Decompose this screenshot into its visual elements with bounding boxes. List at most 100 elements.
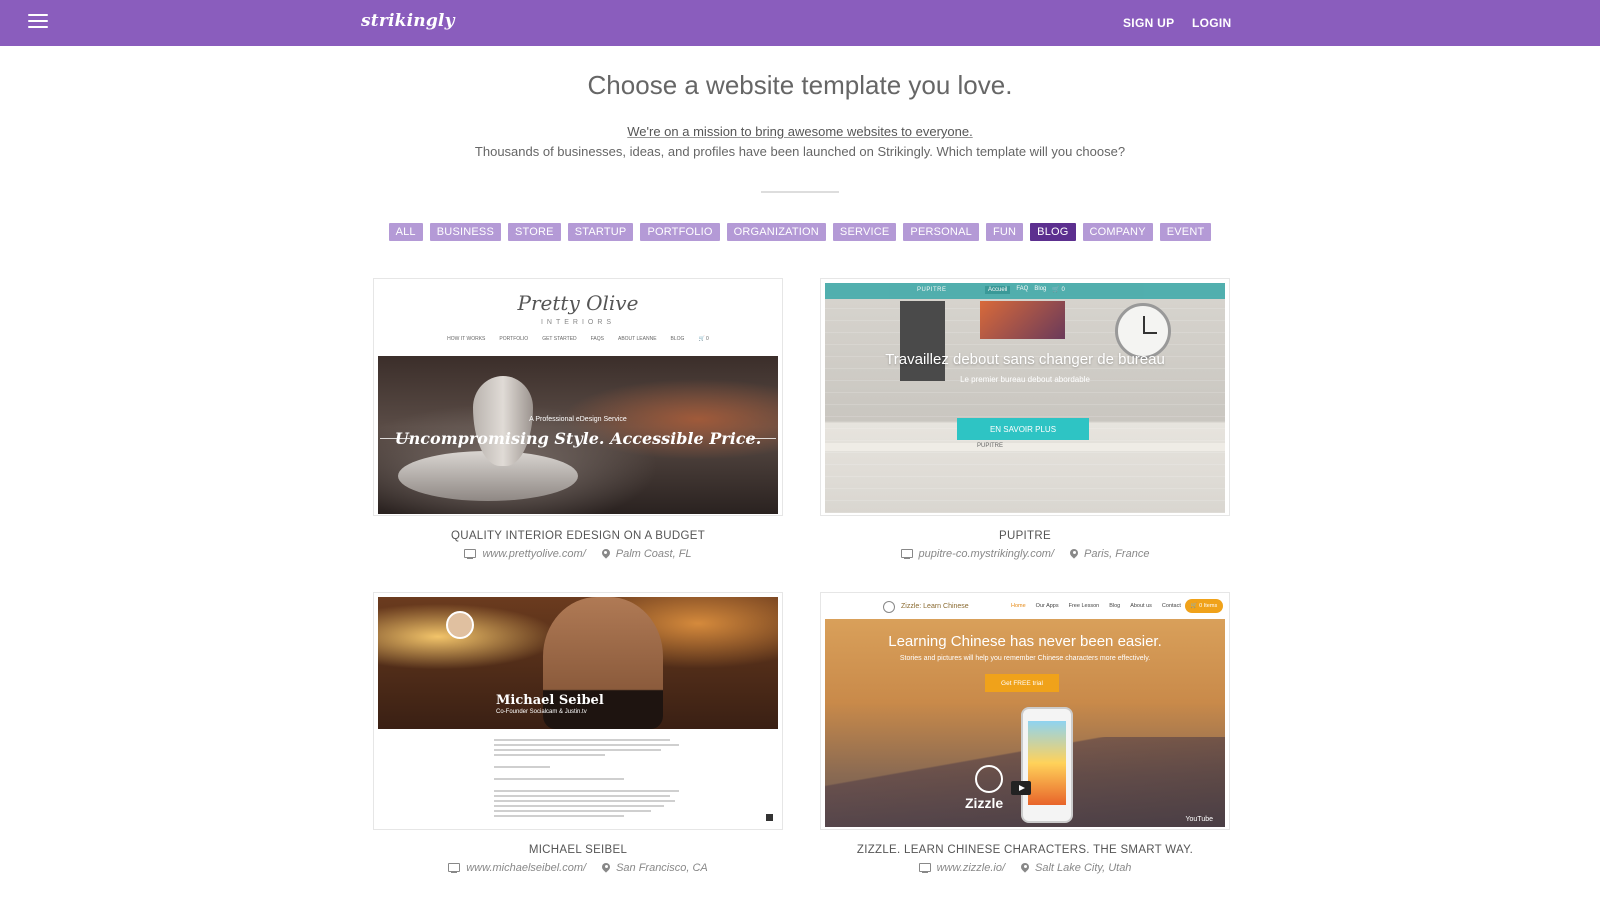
- preview-nav-item: 🛒 0: [698, 336, 709, 342]
- template-title[interactable]: ZIZZLE. LEARN CHINESE CHARACTERS. THE SM…: [820, 844, 1230, 856]
- preview-nav-item: FAQS: [590, 336, 604, 342]
- preview-nav-item: Blog: [1109, 603, 1121, 609]
- preview-hero-image: PUPITRE Accueil FAQ Blog 🛒 0 Travaillez …: [825, 283, 1225, 513]
- monitor-icon: [448, 863, 461, 874]
- preview-nav-item: Free Lesson: [1068, 603, 1100, 609]
- filter-personal[interactable]: PERSONAL: [903, 223, 979, 241]
- preview-headline: Learning Chinese has never been easier.: [888, 633, 1162, 650]
- preview-cta-button: EN SAVOIR PLUS: [957, 418, 1089, 440]
- template-preview[interactable]: Zizzle: Learn Chinese Home Our Apps Free…: [820, 592, 1230, 830]
- cart-pill: 🛒 0 Items: [1185, 599, 1223, 613]
- preview-cta-button: Get FREE trial: [985, 674, 1059, 692]
- preview-brand: Pretty Olive: [517, 291, 639, 315]
- location-pin-icon: [602, 863, 610, 874]
- filter-organization[interactable]: ORGANIZATION: [726, 223, 826, 241]
- preview-nav-item: Accueil: [985, 286, 1011, 294]
- preview-small-label: PUPITRE: [977, 443, 1004, 449]
- template-preview[interactable]: PUPITRE Accueil FAQ Blog 🛒 0 Travaillez …: [820, 278, 1230, 516]
- zizzle-logo-icon: [883, 601, 895, 613]
- preview-subheadline: Le premier bureau debout abordable: [960, 375, 1090, 384]
- mission-line: We're on a mission to bring awesome webs…: [0, 124, 1600, 139]
- page-subline: Thousands of businesses, ideas, and prof…: [474, 144, 1126, 159]
- template-card: PUPITRE Accueil FAQ Blog 🛒 0 Travaillez …: [820, 278, 1230, 560]
- template-card: Pretty Olive INTERIORS HOW IT WORKS PORT…: [373, 278, 783, 560]
- preview-brand: PUPITRE: [917, 287, 947, 293]
- corner-badge-icon: [766, 814, 773, 821]
- template-title[interactable]: QUALITY INTERIOR EDESIGN ON A BUDGET: [373, 530, 783, 542]
- preview-hero-image: Learning Chinese has never been easier. …: [825, 619, 1225, 827]
- preview-subheadline: Stories and pictures will help you remem…: [899, 655, 1151, 662]
- preview-nav-item: Home: [1011, 603, 1026, 609]
- filter-blog[interactable]: BLOG: [1030, 223, 1076, 241]
- filter-event[interactable]: EVENT: [1159, 223, 1212, 241]
- preview-tagline: Uncompromising Style. Accessible Price.: [394, 429, 762, 448]
- template-meta: www.prettyolive.com/ Palm Coast, FL: [373, 548, 783, 560]
- monitor-icon: [900, 549, 913, 560]
- preview-nav-item: Our Apps: [1035, 603, 1059, 609]
- strikingly-logo[interactable]: strikingly: [361, 11, 455, 31]
- avatar: [446, 611, 474, 639]
- preview-role: Co-Founder Socialcam & Justin.tv: [496, 709, 587, 715]
- preview-brand: Zizzle: Learn Chinese: [901, 603, 969, 610]
- template-meta: pupitre-co.mystrikingly.com/ Paris, Fran…: [820, 548, 1230, 560]
- template-title[interactable]: PUPITRE: [820, 530, 1230, 542]
- filter-company[interactable]: COMPANY: [1082, 223, 1153, 241]
- preview-headline: Travaillez debout sans changer de bureau: [885, 351, 1165, 368]
- page-headline: Choose a website template you love.: [587, 70, 1013, 100]
- preview-nav-item: ABOUT LEANNE: [618, 336, 657, 342]
- template-card: Michael Seibel Co-Founder Socialcam & Ju…: [373, 592, 783, 874]
- sign-up-link[interactable]: SIGN UP: [1123, 16, 1174, 30]
- preview-nav: Home Our Apps Free Lesson Blog About us …: [1011, 603, 1181, 609]
- filter-portfolio[interactable]: PORTFOLIO: [640, 223, 720, 241]
- play-icon: [1011, 781, 1031, 795]
- filter-all[interactable]: ALL: [388, 223, 423, 241]
- template-location: Paris, France: [1084, 548, 1150, 560]
- location-pin-icon: [1021, 863, 1029, 874]
- preview-nav-item: FAQ: [1016, 286, 1029, 292]
- preview-nav-item: GET STARTED: [542, 336, 577, 342]
- template-card: Zizzle: Learn Chinese Home Our Apps Free…: [820, 592, 1230, 874]
- preview-navbar: PUPITRE Accueil FAQ Blog 🛒 0: [825, 283, 1225, 299]
- preview-nav-item: 🛒 0: [1052, 287, 1065, 293]
- filter-startup[interactable]: STARTUP: [567, 223, 634, 241]
- template-title[interactable]: MICHAEL SEIBEL: [373, 844, 783, 856]
- preview-nav-item: Contact: [1161, 603, 1181, 609]
- filter-business[interactable]: BUSINESS: [429, 223, 501, 241]
- filter-fun[interactable]: FUN: [985, 223, 1024, 241]
- location-pin-icon: [1070, 549, 1078, 560]
- preview-nav-item: About us: [1130, 603, 1152, 609]
- template-url[interactable]: www.zizzle.io/: [937, 862, 1005, 874]
- preview-mark: Zizzle: [965, 795, 1004, 811]
- template-meta: www.michaelseibel.com/ San Francisco, CA: [373, 862, 783, 874]
- preview-hero-image: A Professional eDesign Service Uncomprom…: [378, 356, 778, 514]
- preview-body-text: [494, 739, 679, 820]
- template-url[interactable]: www.michaelseibel.com/: [466, 862, 586, 874]
- phone-image: [1021, 707, 1073, 823]
- preview-nav: Accueil FAQ Blog 🛒 0: [985, 286, 1065, 294]
- zizzle-mark-icon: [975, 765, 1003, 793]
- preview-nav-item: BLOG: [670, 336, 685, 342]
- template-url[interactable]: www.prettyolive.com/: [482, 548, 585, 560]
- template-preview[interactable]: Michael Seibel Co-Founder Socialcam & Ju…: [373, 592, 783, 830]
- location-pin-icon: [602, 549, 610, 560]
- filter-service[interactable]: SERVICE: [832, 223, 897, 241]
- desk-image: [825, 443, 1225, 451]
- template-url[interactable]: pupitre-co.mystrikingly.com/: [919, 548, 1055, 560]
- youtube-label: YouTube: [1185, 816, 1213, 823]
- template-preview[interactable]: Pretty Olive INTERIORS HOW IT WORKS PORT…: [373, 278, 783, 516]
- preview-name: Michael Seibel: [496, 693, 604, 708]
- mission-link[interactable]: We're on a mission to bring awesome webs…: [627, 124, 972, 139]
- preview-nav-item: HOW IT WORKS: [447, 336, 486, 342]
- login-link[interactable]: LOGIN: [1192, 16, 1232, 30]
- category-filters: ALL BUSINESS STORE STARTUP PORTFOLIO ORG…: [0, 223, 1600, 241]
- preview-nav-item: Blog: [1034, 286, 1047, 292]
- section-divider: [761, 191, 839, 193]
- monitor-icon: [918, 863, 931, 874]
- preview-brand-sub: INTERIORS: [540, 319, 616, 326]
- hamburger-menu-icon[interactable]: [28, 14, 48, 30]
- wall-frame-image: [900, 301, 945, 381]
- preview-nav: HOW IT WORKS PORTFOLIO GET STARTED FAQS …: [374, 336, 782, 342]
- filter-store[interactable]: STORE: [508, 223, 561, 241]
- preview-navbar: Zizzle: Learn Chinese Home Our Apps Free…: [821, 593, 1229, 619]
- monitor-icon: [464, 549, 477, 560]
